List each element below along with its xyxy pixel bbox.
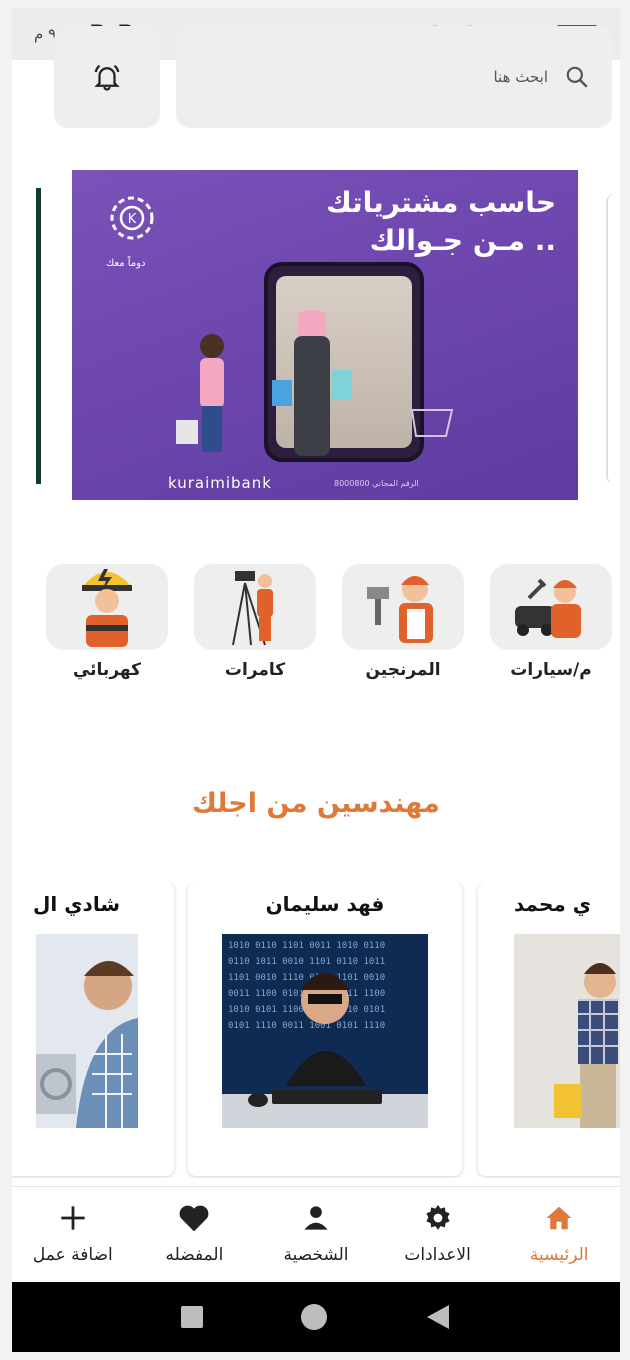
- home-icon: [544, 1201, 574, 1235]
- notifications-button[interactable]: [54, 26, 160, 128]
- category-tile[interactable]: [342, 564, 464, 650]
- home-button[interactable]: [301, 1304, 327, 1330]
- nav-profile[interactable]: الشخصية: [255, 1187, 377, 1282]
- search-icon: [566, 66, 588, 88]
- categories-row: م/سيارات المرنجين كامرات كهربائي: [44, 564, 620, 694]
- logo-caption: دوماً معك: [106, 258, 146, 269]
- svg-text:0101 1110 0011 1001 0101 1110: 0101 1110 0011 1001 0101 1110: [228, 1021, 385, 1031]
- nav-settings[interactable]: الاعدادات: [377, 1187, 499, 1282]
- category-cameras[interactable]: كامرات: [194, 564, 316, 680]
- engineer-photo-image: [36, 934, 138, 1128]
- svg-text:K: K: [128, 212, 137, 227]
- bottom-navigation: الرئيسية الاعدادات الشخصية المفضله اضافة…: [12, 1186, 620, 1282]
- engineer-name: شادي ال: [33, 892, 120, 916]
- category-tile[interactable]: [46, 564, 168, 650]
- engineers-carousel[interactable]: ي محمد فهد سليمان 1010 0110 1101 0011 10…: [12, 882, 620, 1178]
- nav-label: اضافة عمل: [32, 1245, 113, 1265]
- plus-icon: [59, 1201, 87, 1235]
- electrician-icon: [82, 569, 132, 647]
- car-mechanic-icon: [515, 578, 581, 638]
- engineer-photo-image: 1010 0110 1101 0011 1010 0110 0110 1011 …: [222, 934, 428, 1128]
- engineer-card[interactable]: ي محمد: [478, 882, 620, 1176]
- promo-banner[interactable]: K دوماً معك حاسب مشترياتك مـن جـوالك .. …: [72, 170, 578, 500]
- recents-button[interactable]: [181, 1306, 203, 1328]
- surveyor-camera-icon: [232, 571, 273, 646]
- nav-home[interactable]: الرئيسية: [498, 1187, 620, 1282]
- gear-icon: [423, 1201, 453, 1235]
- engineer-photo: [36, 934, 138, 1128]
- painter-icon: [367, 576, 433, 643]
- person-icon: [302, 1201, 330, 1235]
- category-electrician[interactable]: كهربائي: [46, 564, 168, 680]
- category-tile[interactable]: [490, 564, 612, 650]
- svg-text:0110 1011 0010 1101 0110 1011: 0110 1011 0010 1101 0110 1011: [228, 957, 385, 967]
- engineer-name: ي محمد: [514, 892, 592, 916]
- nav-label: الاعدادات: [404, 1245, 471, 1265]
- nav-label: المفضله: [165, 1245, 224, 1265]
- toll-free-number: الرقم المجاني 8000800: [334, 479, 419, 488]
- category-label: كهربائي: [72, 660, 142, 680]
- banner-headline-line2: مـن جـوالك ..: [369, 224, 556, 257]
- bank-brand: kuraimibank: [168, 474, 272, 492]
- nav-add-work[interactable]: اضافة عمل: [12, 1187, 134, 1282]
- carousel-prev-slide-edge[interactable]: [36, 188, 41, 484]
- nav-label: الشخصية: [283, 1245, 349, 1265]
- search-bar[interactable]: ابحث هنا: [176, 26, 612, 128]
- svg-text:1010 0110 1101 0011 1010 0110: 1010 0110 1101 0011 1010 0110: [228, 941, 385, 951]
- category-label: المرنجين: [365, 660, 441, 680]
- system-navigation-bar: [12, 1282, 620, 1352]
- category-tile[interactable]: [194, 564, 316, 650]
- engineer-photo-image: [514, 934, 620, 1128]
- kuraimi-logo-icon: K: [110, 196, 154, 240]
- svg-text:1101 0010 1110 0101 1101 0010: 1101 0010 1110 0101 1101 0010: [228, 973, 385, 983]
- banner-headline: حاسب مشترياتك مـن جـوالك ..: [326, 184, 556, 260]
- engineer-photo: [514, 934, 620, 1128]
- engineer-name: فهد سليمان: [265, 892, 385, 916]
- nav-label: الرئيسية: [529, 1245, 589, 1265]
- engineer-card[interactable]: فهد سليمان 1010 0110 1101 0011 1010 0110…: [188, 882, 462, 1176]
- engineer-photo: 1010 0110 1101 0011 1010 0110 0110 1011 …: [222, 934, 428, 1128]
- category-label: كامرات: [224, 660, 286, 680]
- shoppers-illustration: [176, 310, 454, 456]
- category-painter[interactable]: المرنجين: [342, 564, 464, 680]
- nav-favorites[interactable]: المفضله: [134, 1187, 256, 1282]
- search-input[interactable]: ابحث هنا: [493, 68, 548, 86]
- category-label: م/سيارات: [510, 660, 592, 680]
- heart-icon: [178, 1201, 210, 1235]
- category-car-mechanic[interactable]: م/سيارات: [490, 564, 612, 680]
- back-button[interactable]: [425, 1303, 451, 1331]
- bell-icon: [94, 64, 120, 91]
- carousel-next-slide-edge[interactable]: [606, 194, 620, 484]
- section-title: مهندسين من اجلك: [192, 788, 440, 819]
- banner-headline-line1: حاسب مشترياتك: [326, 186, 556, 219]
- app-screen: ٩:٣٩ م P P 3G▂▄▆ ابحث هنا: [12, 8, 620, 1352]
- engineer-card[interactable]: شادي ال: [12, 882, 174, 1176]
